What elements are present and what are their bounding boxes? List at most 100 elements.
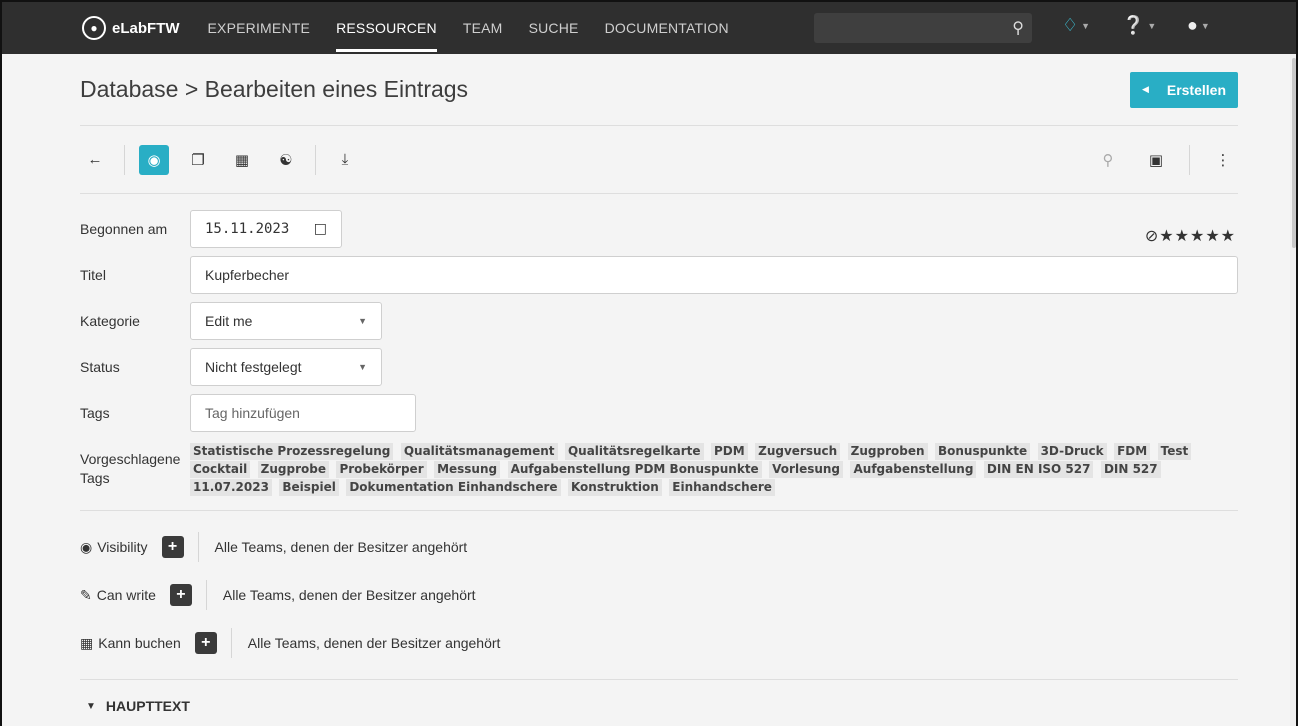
calendar-icon: ▦ (80, 634, 94, 651)
suggested-tag[interactable]: Qualitätsmanagement (400, 443, 558, 460)
suggested-tag[interactable]: Aufgabenstellung (850, 461, 977, 478)
row-started: Begonnen am 15.11.2023 □ (80, 210, 1238, 248)
add-can-book-button[interactable]: + (194, 632, 217, 654)
main-text-section-toggle[interactable]: ▼ HAUPTTEXT (80, 680, 1238, 726)
row-title: Titel Kupferbecher (80, 256, 1238, 294)
date-value: 15.11.2023 (205, 221, 290, 237)
tags-input[interactable]: Tag hinzufügen (190, 394, 416, 432)
user-icon[interactable]: ● ▼ (1187, 15, 1210, 36)
permissions: ◉ Visibility + Alle Teams, denen der Bes… (80, 523, 1238, 667)
suggested-tag[interactable]: DIN 527 (1100, 461, 1161, 478)
suggested-tag[interactable]: 3D-Druck (1037, 443, 1107, 460)
can-write-label-text: Can write (96, 587, 156, 603)
chevron-down-icon: ▼ (358, 362, 367, 372)
view-eye-icon[interactable]: ◉ (139, 144, 169, 175)
permission-divider (197, 532, 199, 562)
calendar-icon[interactable]: □ (314, 221, 327, 237)
suggested-tag[interactable]: Konstruktion (567, 479, 662, 496)
suggested-tag[interactable]: Probekörper (336, 461, 427, 478)
help-icon[interactable]: ❔ ▼ (1122, 15, 1156, 36)
add-can-write-button[interactable]: + (169, 584, 192, 606)
can-write-label: ✎ Can write (80, 587, 156, 604)
can-book-label-text: Kann buchen (98, 635, 181, 651)
status-select[interactable]: Nicht festgelegt ▼ (190, 348, 382, 386)
title-label: Titel (80, 267, 106, 283)
category-label: Kategorie (80, 313, 140, 329)
create-button-label: Erstellen (1166, 81, 1226, 98)
visibility-label-text: Visibility (97, 539, 148, 555)
bell-icon[interactable]: ♢ ▼ (1062, 15, 1090, 36)
suggested-tag[interactable]: Aufgabenstellung PDM Bonuspunkte (507, 461, 762, 478)
permission-row-visibility: ◉ Visibility + Alle Teams, denen der Bes… (80, 523, 1238, 571)
permission-divider (205, 580, 207, 610)
pin-icon[interactable]: ⚲ (1093, 145, 1123, 175)
entry-form: ⊘★★★★★ Begonnen am 15.11.2023 □ Titel Ku… (80, 210, 1238, 726)
nav-item-team[interactable]: TEAM (463, 20, 503, 36)
calendar-icon[interactable]: ▦ (227, 145, 257, 175)
caret-down-icon: ▼ (86, 700, 96, 712)
lock-icon[interactable]: ▣ (1141, 145, 1171, 175)
nav-item-documentation[interactable]: DOCUMENTATION (605, 20, 729, 36)
brand[interactable]: ● eLabFTW (82, 16, 180, 40)
tags-label: Tags (80, 405, 110, 421)
eye-icon: ◉ (80, 538, 93, 555)
main-text-section-title: HAUPTTEXT (105, 698, 190, 714)
suggested-tag[interactable]: PDM (710, 443, 748, 460)
divider (80, 510, 1238, 511)
permission-row-can-book: ▦ Kann buchen + Alle Teams, denen der Be… (80, 619, 1238, 667)
app-frame: ● eLabFTW EXPERIMENTE RESSOURCEN TEAM SU… (0, 0, 1298, 726)
permission-divider (230, 628, 232, 658)
nav-item-ressourcen[interactable]: RESSOURCEN (336, 20, 437, 52)
create-button[interactable]: ◀ Erstellen (1129, 71, 1238, 108)
duplicate-icon[interactable]: ❐ (183, 145, 213, 175)
suggested-tag[interactable]: Vorlesung (769, 461, 844, 478)
category-select[interactable]: Edit me ▼ (190, 302, 382, 340)
back-arrow-icon[interactable]: ← (80, 145, 110, 175)
elab-logo-icon: ● (82, 16, 106, 40)
visibility-label: ◉ Visibility (80, 539, 148, 556)
title-input[interactable]: Kupferbecher (190, 256, 1238, 294)
suggested-tag[interactable]: Zugproben (847, 443, 928, 460)
more-icon[interactable]: ⋮ (1208, 145, 1238, 175)
suggested-tag[interactable]: Dokumentation Einhandschere (346, 479, 561, 496)
suggested-tag[interactable]: Bonuspunkte (934, 443, 1031, 460)
title-value: Kupferbecher (205, 267, 290, 283)
suggested-tag[interactable]: DIN EN ISO 527 (983, 461, 1094, 478)
status-value: Nicht festgelegt (205, 359, 302, 375)
entry-toolbar: ← ◉ ❐ ▦ ☯ ⤓ ⚲ ▣ ⋮ (80, 126, 1238, 194)
can-write-value: Alle Teams, denen der Besitzer angehört (222, 587, 476, 603)
top-navbar: ● eLabFTW EXPERIMENTE RESSOURCEN TEAM SU… (2, 2, 1296, 54)
toolbar-divider (315, 144, 316, 175)
suggested-tag[interactable]: Messung (434, 461, 501, 478)
suggested-tag[interactable]: Beispiel (279, 479, 339, 496)
suggested-tag[interactable]: Statistische Prozessregelung (190, 443, 394, 460)
nav-item-experimente[interactable]: EXPERIMENTE (208, 20, 311, 36)
search-icon[interactable]: ⚲ (1012, 18, 1024, 38)
suggested-tag[interactable]: Test (1157, 443, 1192, 460)
can-book-label: ▦ Kann buchen (80, 635, 181, 652)
category-value: Edit me (205, 313, 253, 329)
suggested-tag[interactable]: FDM (1114, 443, 1151, 460)
scrollbar-thumb[interactable] (1292, 58, 1296, 248)
download-icon[interactable]: ⤓ (330, 145, 360, 175)
date-input[interactable]: 15.11.2023 □ (190, 210, 342, 248)
share-icon[interactable]: ☯ (271, 145, 301, 175)
suggested-tags-label: Vorgeschlagene Tags (80, 451, 181, 486)
permission-row-can-write: ✎ Can write + Alle Teams, denen der Besi… (80, 571, 1238, 619)
suggested-tag[interactable]: Einhandschere (669, 479, 775, 496)
page-title: Database > Bearbeiten eines Eintrags (80, 76, 469, 102)
pencil-icon: ✎ (80, 586, 92, 603)
tags-placeholder: Tag hinzufügen (205, 405, 300, 421)
suggested-tag[interactable]: Zugprobe (257, 461, 329, 478)
suggested-tag[interactable]: Qualitätsregelkarte (564, 443, 704, 460)
status-label: Status (80, 359, 120, 375)
add-visibility-button[interactable]: + (161, 536, 184, 558)
suggested-tag[interactable]: Cocktail (190, 461, 251, 478)
nav-item-suche[interactable]: SUCHE (529, 20, 579, 36)
row-status: Status Nicht festgelegt ▼ (80, 348, 1238, 386)
suggested-tag[interactable]: Zugversuch (755, 443, 841, 460)
search-input[interactable]: ⚲ (814, 13, 1032, 43)
suggested-tag[interactable]: 11.07.2023 (190, 479, 272, 496)
row-suggested-tags: Vorgeschlagene Tags Statistische Prozess… (80, 440, 1238, 496)
row-tags: Tags Tag hinzufügen (80, 394, 1238, 432)
